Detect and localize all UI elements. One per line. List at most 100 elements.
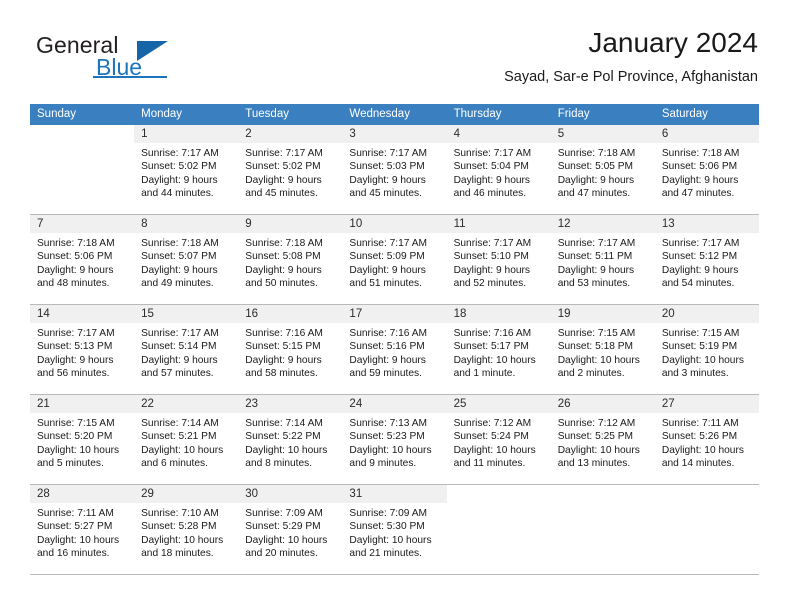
calendar-day-cell[interactable]: 10 Sunrise: 7:17 AM Sunset: 5:09 PM Dayligh… [342, 215, 447, 304]
day-detail-line: and 6 minutes. [141, 458, 208, 470]
calendar-day-cell[interactable]: 27 Sunrise: 7:11 AM Sunset: 5:26 PM Dayligh… [654, 395, 759, 484]
day-detail-line: Daylight: 9 hours [661, 264, 739, 276]
calendar-day-cell[interactable]: 7 Sunrise: 7:18 AM Sunset: 5:06 PM Daylight… [30, 215, 135, 304]
day-details: Sunrise: 7:18 AM Sunset: 5:08 PM Daylight:… [238, 233, 342, 291]
day-detail-line: and 11 minutes. [453, 458, 526, 470]
day-number: 24 [349, 398, 363, 410]
calendar-day-cell[interactable]: 11 Sunrise: 7:17 AM Sunset: 5:10 PM Dayligh… [446, 215, 551, 304]
day-details: Sunrise: 7:17 AM Sunset: 5:10 PM Daylight:… [447, 233, 551, 291]
day-detail-line: Sunset: 5:30 PM [349, 521, 425, 533]
day-details: Sunrise: 7:17 AM Sunset: 5:12 PM Daylight:… [655, 233, 759, 291]
day-detail-line: Sunset: 5:21 PM [141, 431, 217, 443]
day-detail-line: Sunrise: 7:14 AM [245, 418, 323, 429]
day-number: 1 [141, 128, 148, 140]
calendar-day-cell[interactable]: 18 Sunrise: 7:16 AM Sunset: 5:17 PM Dayligh… [446, 305, 551, 394]
day-number-band [446, 485, 551, 503]
calendar-day-cell[interactable]: 25 Sunrise: 7:12 AM Sunset: 5:24 PM Dayligh… [446, 395, 551, 484]
calendar-day-cell[interactable]: 15 Sunrise: 7:17 AM Sunset: 5:14 PM Dayligh… [134, 305, 239, 394]
day-number-band: 31 [342, 485, 447, 503]
title-block: January 2024 Sayad, Sar-e Pol Province, … [504, 26, 758, 86]
calendar-day-cell[interactable]: 24 Sunrise: 7:13 AM Sunset: 5:23 PM Dayligh… [342, 395, 447, 484]
day-number-band: 4 [446, 125, 551, 143]
calendar-day-cell[interactable]: 19 Sunrise: 7:15 AM Sunset: 5:18 PM Dayligh… [550, 305, 655, 394]
day-detail-line: Sunset: 5:29 PM [245, 521, 321, 533]
day-detail-line: and 53 minutes. [557, 278, 631, 290]
calendar-day-cell[interactable]: 13 Sunrise: 7:17 AM Sunset: 5:12 PM Dayligh… [654, 215, 759, 304]
calendar-day-cell[interactable]: 17 Sunrise: 7:16 AM Sunset: 5:16 PM Dayligh… [342, 305, 447, 394]
day-detail-line: Sunrise: 7:17 AM [453, 148, 532, 159]
day-details: Sunrise: 7:10 AM Sunset: 5:28 PM Daylight:… [134, 503, 238, 561]
calendar-day-cell[interactable]: 4 Sunrise: 7:17 AM Sunset: 5:04 PM Daylight… [446, 125, 551, 214]
calendar-day-cell[interactable]: 2 Sunrise: 7:17 AM Sunset: 5:02 PM Daylight… [238, 125, 343, 214]
day-detail-line: and 58 minutes. [245, 368, 318, 380]
calendar-day-cell[interactable]: 29 Sunrise: 7:10 AM Sunset: 5:28 PM Dayligh… [134, 485, 239, 574]
weekday-header-tuesday: Tuesday [245, 108, 289, 120]
day-number-band: 6 [654, 125, 759, 143]
day-detail-line: Daylight: 9 hours [349, 264, 426, 276]
day-detail-line: Sunrise: 7:12 AM [557, 418, 636, 429]
day-number: 21 [37, 398, 50, 410]
calendar-day-cell[interactable]: 22 Sunrise: 7:14 AM Sunset: 5:21 PM Dayligh… [134, 395, 239, 484]
day-detail-line: and 20 minutes. [245, 548, 318, 560]
calendar-day-cell[interactable]: 8 Sunrise: 7:18 AM Sunset: 5:07 PM Daylight… [134, 215, 239, 304]
day-detail-line: Sunrise: 7:15 AM [557, 328, 636, 339]
day-details: Sunrise: 7:17 AM Sunset: 5:02 PM Daylight:… [134, 143, 238, 201]
calendar-day-cell[interactable]: 3 Sunrise: 7:17 AM Sunset: 5:03 PM Daylight… [342, 125, 447, 214]
day-detail-line: Sunset: 5:02 PM [141, 161, 217, 173]
day-number-band: 14 [30, 305, 135, 323]
calendar-day-cell[interactable]: 31 Sunrise: 7:09 AM Sunset: 5:30 PM Dayligh… [342, 485, 447, 574]
day-number-band: 29 [134, 485, 239, 503]
day-detail-line: Sunrise: 7:18 AM [37, 238, 115, 249]
day-detail-line: Sunset: 5:06 PM [661, 161, 738, 173]
day-detail-line: Daylight: 10 hours [557, 354, 640, 366]
calendar-day-cell[interactable]: 12 Sunrise: 7:17 AM Sunset: 5:11 PM Dayligh… [550, 215, 655, 304]
day-detail-line: Sunrise: 7:15 AM [661, 328, 740, 339]
calendar-day-cell-empty [30, 125, 135, 214]
calendar-day-cell[interactable]: 28 Sunrise: 7:11 AM Sunset: 5:27 PM Dayligh… [30, 485, 135, 574]
day-detail-line: Sunset: 5:18 PM [557, 341, 634, 353]
day-number: 23 [245, 398, 259, 410]
calendar-day-cell[interactable]: 9 Sunrise: 7:18 AM Sunset: 5:08 PM Daylight… [238, 215, 343, 304]
day-detail-line: Daylight: 9 hours [557, 264, 635, 276]
calendar-day-cell[interactable]: 16 Sunrise: 7:16 AM Sunset: 5:15 PM Dayligh… [238, 305, 343, 394]
calendar-day-cell[interactable]: 1 Sunrise: 7:17 AM Sunset: 5:02 PM Daylight… [134, 125, 239, 214]
generalblue-logo[interactable]: General Blue [36, 32, 226, 90]
day-details: Sunrise: 7:17 AM Sunset: 5:09 PM Daylight:… [342, 233, 446, 291]
day-detail-line: Sunset: 5:13 PM [37, 341, 113, 353]
day-number-band: 10 [342, 215, 447, 233]
calendar-day-cell[interactable]: 30 Sunrise: 7:09 AM Sunset: 5:29 PM Dayligh… [238, 485, 343, 574]
weekday-header-row: Sunday Monday Tuesday Wednesday Thursday Frid… [30, 104, 759, 125]
calendar-day-cell[interactable]: 23 Sunrise: 7:14 AM Sunset: 5:22 PM Dayligh… [238, 395, 343, 484]
day-details: Sunrise: 7:18 AM Sunset: 5:06 PM Daylight:… [655, 143, 759, 201]
calendar-day-cell[interactable]: 20 Sunrise: 7:15 AM Sunset: 5:19 PM Dayligh… [654, 305, 759, 394]
day-detail-line: Daylight: 9 hours [245, 354, 322, 366]
day-detail-line: Sunrise: 7:10 AM [141, 508, 219, 519]
day-number: 29 [141, 488, 154, 500]
day-detail-line: Sunrise: 7:12 AM [453, 418, 532, 429]
day-detail-line: Sunrise: 7:09 AM [349, 508, 428, 519]
day-detail-line: Sunrise: 7:17 AM [661, 238, 740, 249]
day-detail-line: Daylight: 10 hours [557, 444, 640, 456]
day-number: 14 [37, 308, 50, 320]
day-number-band: 20 [654, 305, 759, 323]
day-details: Sunrise: 7:18 AM Sunset: 5:06 PM Daylight:… [30, 233, 134, 291]
calendar-day-cell[interactable]: 6 Sunrise: 7:18 AM Sunset: 5:06 PM Daylight… [654, 125, 759, 214]
day-number: 5 [557, 128, 565, 140]
day-number: 25 [453, 398, 467, 410]
calendar-day-cell-empty [446, 485, 551, 574]
calendar-day-cell[interactable]: 5 Sunrise: 7:18 AM Sunset: 5:05 PM Daylight… [550, 125, 655, 214]
calendar-day-cell[interactable]: 26 Sunrise: 7:12 AM Sunset: 5:25 PM Dayligh… [550, 395, 655, 484]
day-detail-line: Sunrise: 7:15 AM [37, 418, 115, 429]
day-details: Sunrise: 7:16 AM Sunset: 5:16 PM Daylight:… [342, 323, 446, 381]
day-number: 7 [37, 218, 44, 230]
day-detail-line: Daylight: 9 hours [349, 354, 426, 366]
day-number: 8 [141, 218, 148, 230]
calendar-day-cell[interactable]: 21 Sunrise: 7:15 AM Sunset: 5:20 PM Dayligh… [30, 395, 135, 484]
day-detail-line: Sunset: 5:20 PM [37, 431, 113, 443]
day-detail-line: Sunset: 5:11 PM [557, 251, 633, 263]
day-detail-line: Sunset: 5:24 PM [453, 431, 529, 443]
day-number: 20 [661, 308, 675, 320]
day-detail-line: Sunset: 5:04 PM [453, 161, 529, 173]
day-details: Sunrise: 7:12 AM Sunset: 5:25 PM Daylight:… [551, 413, 655, 471]
calendar-day-cell[interactable]: 14 Sunrise: 7:17 AM Sunset: 5:13 PM Dayligh… [30, 305, 135, 394]
